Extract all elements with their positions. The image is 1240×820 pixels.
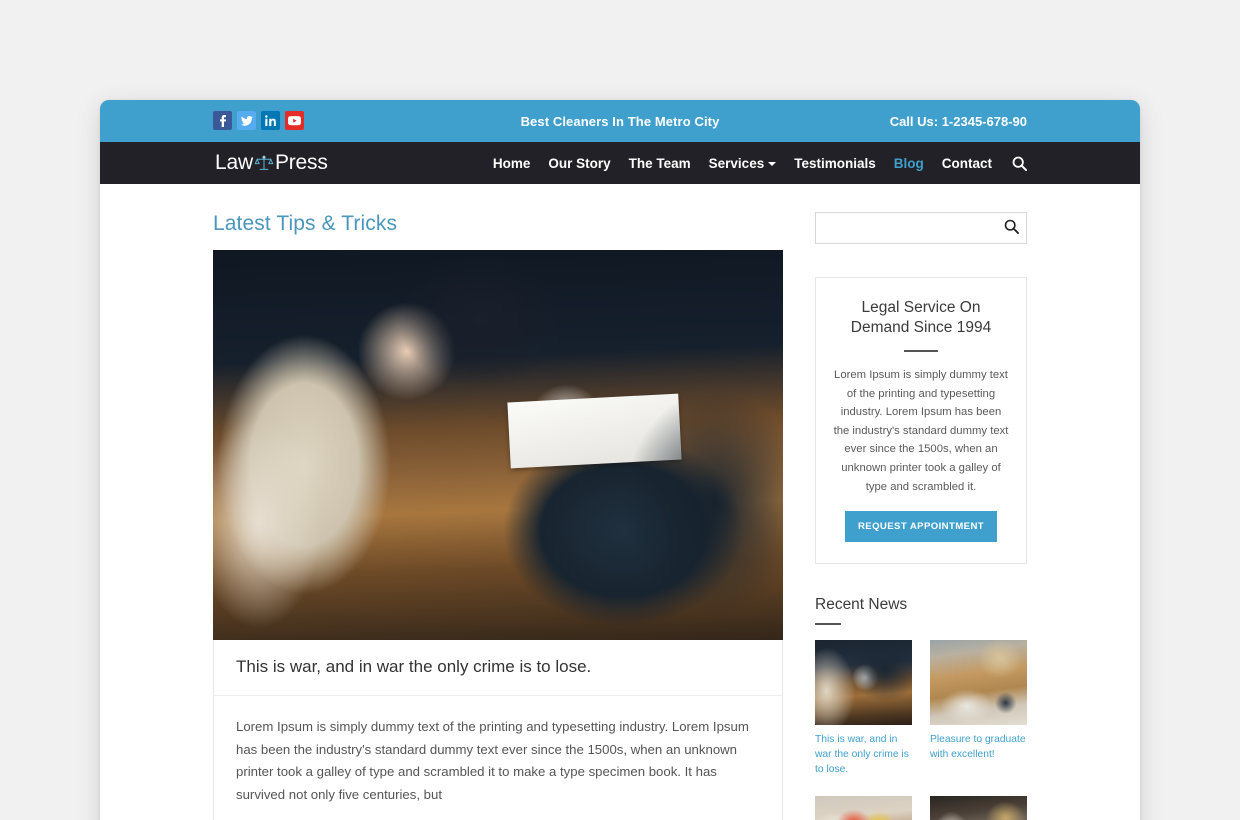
search-input[interactable] [815, 212, 1027, 244]
nav-item-home[interactable]: Home [493, 156, 531, 171]
browser-window-frame: Best Cleaners In The Metro City Call Us:… [100, 100, 1140, 820]
recent-news-thumbnail[interactable] [930, 796, 1027, 820]
nav-item-services-label: Services [708, 155, 765, 171]
featured-post-card: This is war, and in war the only crime i… [213, 250, 783, 820]
featured-post-body-row: Lorem Ipsum is simply dummy text of the … [213, 696, 783, 820]
main-navigation-bar: Law Press Home Our Story The Team Servic… [100, 142, 1140, 184]
nav-item-contact[interactable]: Contact [942, 156, 992, 171]
logo-text-left: Law [215, 151, 253, 174]
nav-item-the-team[interactable]: The Team [629, 156, 691, 171]
page-title: Latest Tips & Tricks [213, 212, 398, 235]
featured-post-title-row: This is war, and in war the only crime i… [213, 640, 783, 696]
top-utility-bar: Best Cleaners In The Metro City Call Us:… [100, 100, 1140, 142]
recent-news-grid: This is war, and in war the only crime i… [815, 640, 1027, 820]
nav-item-testimonials[interactable]: Testimonials [794, 156, 876, 171]
featured-post-photo-overlay [213, 250, 783, 640]
cta-title: Legal Service On Demand Since 1994 [850, 299, 992, 337]
scales-of-justice-icon [254, 153, 274, 173]
sidebar-column: Legal Service On Demand Since 1994 Lorem… [815, 184, 1027, 820]
chevron-down-icon [768, 161, 777, 166]
recent-news-item[interactable]: Wedding Planner [930, 796, 1027, 820]
news-photo-2 [930, 640, 1027, 726]
site-logo[interactable]: Law Press [215, 151, 328, 175]
recent-news-divider [815, 623, 841, 626]
recent-news-thumbnail[interactable] [815, 640, 912, 726]
main-column: Latest Tips & Tricks This is war, and in… [213, 184, 783, 820]
featured-post-title[interactable]: This is war, and in war the only crime i… [236, 657, 760, 677]
featured-post-excerpt: Lorem Ipsum is simply dummy text of the … [236, 719, 749, 803]
cta-widget: Legal Service On Demand Since 1994 Lorem… [815, 277, 1027, 565]
logo-text-right: Press [274, 151, 328, 174]
request-appointment-button[interactable]: REQUEST APPOINTMENT [844, 511, 998, 543]
nav-links: Home Our Story The Team Services Testimo… [493, 156, 1027, 171]
cta-divider [904, 349, 938, 352]
recent-news-widget: Recent News This is war, and in war the … [815, 596, 1027, 820]
search-icon[interactable] [1012, 156, 1027, 171]
recent-news-thumbnail[interactable] [930, 640, 1027, 726]
recent-news-item[interactable]: This is war, and in war the only crime i… [815, 640, 912, 778]
topbar-phone[interactable]: Call Us: 1-2345-678-90 [890, 114, 1027, 129]
page-background: Best Cleaners In The Metro City Call Us:… [0, 0, 1240, 820]
page-content: Latest Tips & Tricks This is war, and in… [100, 184, 1140, 820]
nav-item-services[interactable]: Services [709, 156, 777, 171]
news-photo-4 [930, 796, 1027, 820]
news-photo-3 [815, 796, 912, 820]
search-submit-icon[interactable] [1004, 219, 1019, 234]
recent-news-caption[interactable]: Pleasure to graduate with excellent! [930, 733, 1027, 763]
news-photo-1 [815, 640, 912, 726]
nav-item-blog[interactable]: Blog [894, 156, 924, 171]
sidebar-search-widget [815, 212, 1027, 244]
recent-news-title: Recent News [815, 596, 908, 614]
cta-text: Lorem Ipsum is simply dummy text of the … [833, 368, 1009, 493]
featured-post-image[interactable] [213, 250, 783, 640]
nav-item-our-story[interactable]: Our Story [548, 156, 610, 171]
recent-news-item[interactable]: Methodology of and [815, 796, 912, 820]
recent-news-item[interactable]: Pleasure to graduate with excellent! [930, 640, 1027, 778]
recent-news-thumbnail[interactable] [815, 796, 912, 820]
recent-news-caption[interactable]: This is war, and in war the only crime i… [815, 733, 912, 778]
